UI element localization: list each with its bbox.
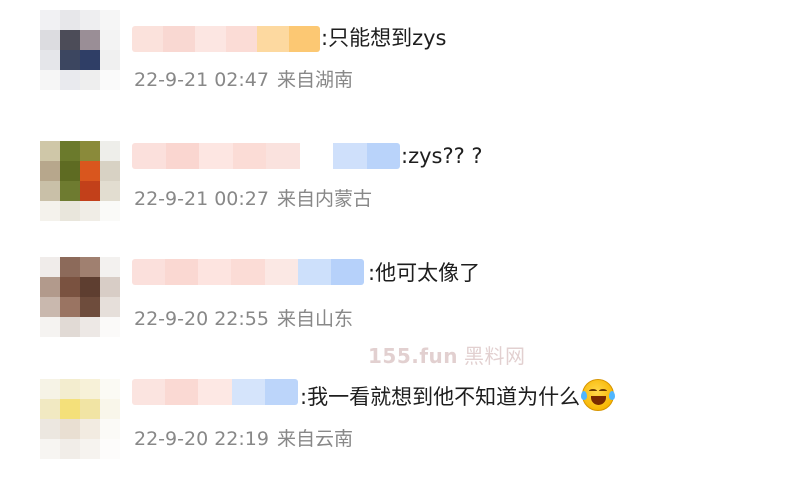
comment-location: 来自内蒙古 — [276, 188, 372, 210]
comment-item: :只能想到zys 22-9-21 02:47 来自湖南 — [0, 0, 800, 110]
comment-text: :我一看就想到他不知道为什么 — [300, 379, 616, 411]
comment-meta: 22-9-20 22:19 来自云南 — [134, 426, 353, 452]
comment-item: :他可太像了 22-9-20 22:55 来自山东 — [0, 245, 800, 355]
laugh-cry-emoji-icon — [581, 379, 616, 411]
avatar[interactable] — [40, 10, 120, 90]
comment-time: 22-9-21 00:27 — [134, 188, 269, 210]
comment-time: 22-9-20 22:19 — [134, 428, 269, 450]
comment-time: 22-9-21 02:47 — [134, 69, 269, 91]
comment-text: :他可太像了 — [368, 261, 481, 285]
comment-item: :zys?? ? 22-9-21 00:27 来自内蒙古 — [0, 125, 800, 235]
comment-meta: 22-9-20 22:55 来自山东 — [134, 306, 353, 332]
avatar[interactable] — [40, 141, 120, 221]
username-blurred[interactable] — [132, 259, 364, 285]
comment-text-content: :我一看就想到他不知道为什么 — [300, 385, 581, 409]
comment-location: 来自山东 — [276, 308, 353, 330]
comment-meta: 22-9-21 02:47 来自湖南 — [134, 67, 353, 93]
comment-location: 来自湖南 — [276, 69, 353, 91]
avatar[interactable] — [40, 257, 120, 337]
comment-text: :只能想到zys — [321, 26, 447, 50]
avatar[interactable] — [40, 379, 120, 459]
comment-item: :我一看就想到他不知道为什么 22-9-20 22:19 来自云南 — [0, 365, 800, 481]
username-blurred[interactable] — [132, 143, 400, 169]
username-blurred[interactable] — [132, 379, 298, 405]
comment-meta: 22-9-21 00:27 来自内蒙古 — [134, 186, 372, 212]
comment-time: 22-9-20 22:55 — [134, 308, 269, 330]
comment-location: 来自云南 — [276, 428, 353, 450]
comment-text: :zys?? ? — [401, 144, 483, 168]
username-blurred[interactable] — [132, 26, 320, 52]
